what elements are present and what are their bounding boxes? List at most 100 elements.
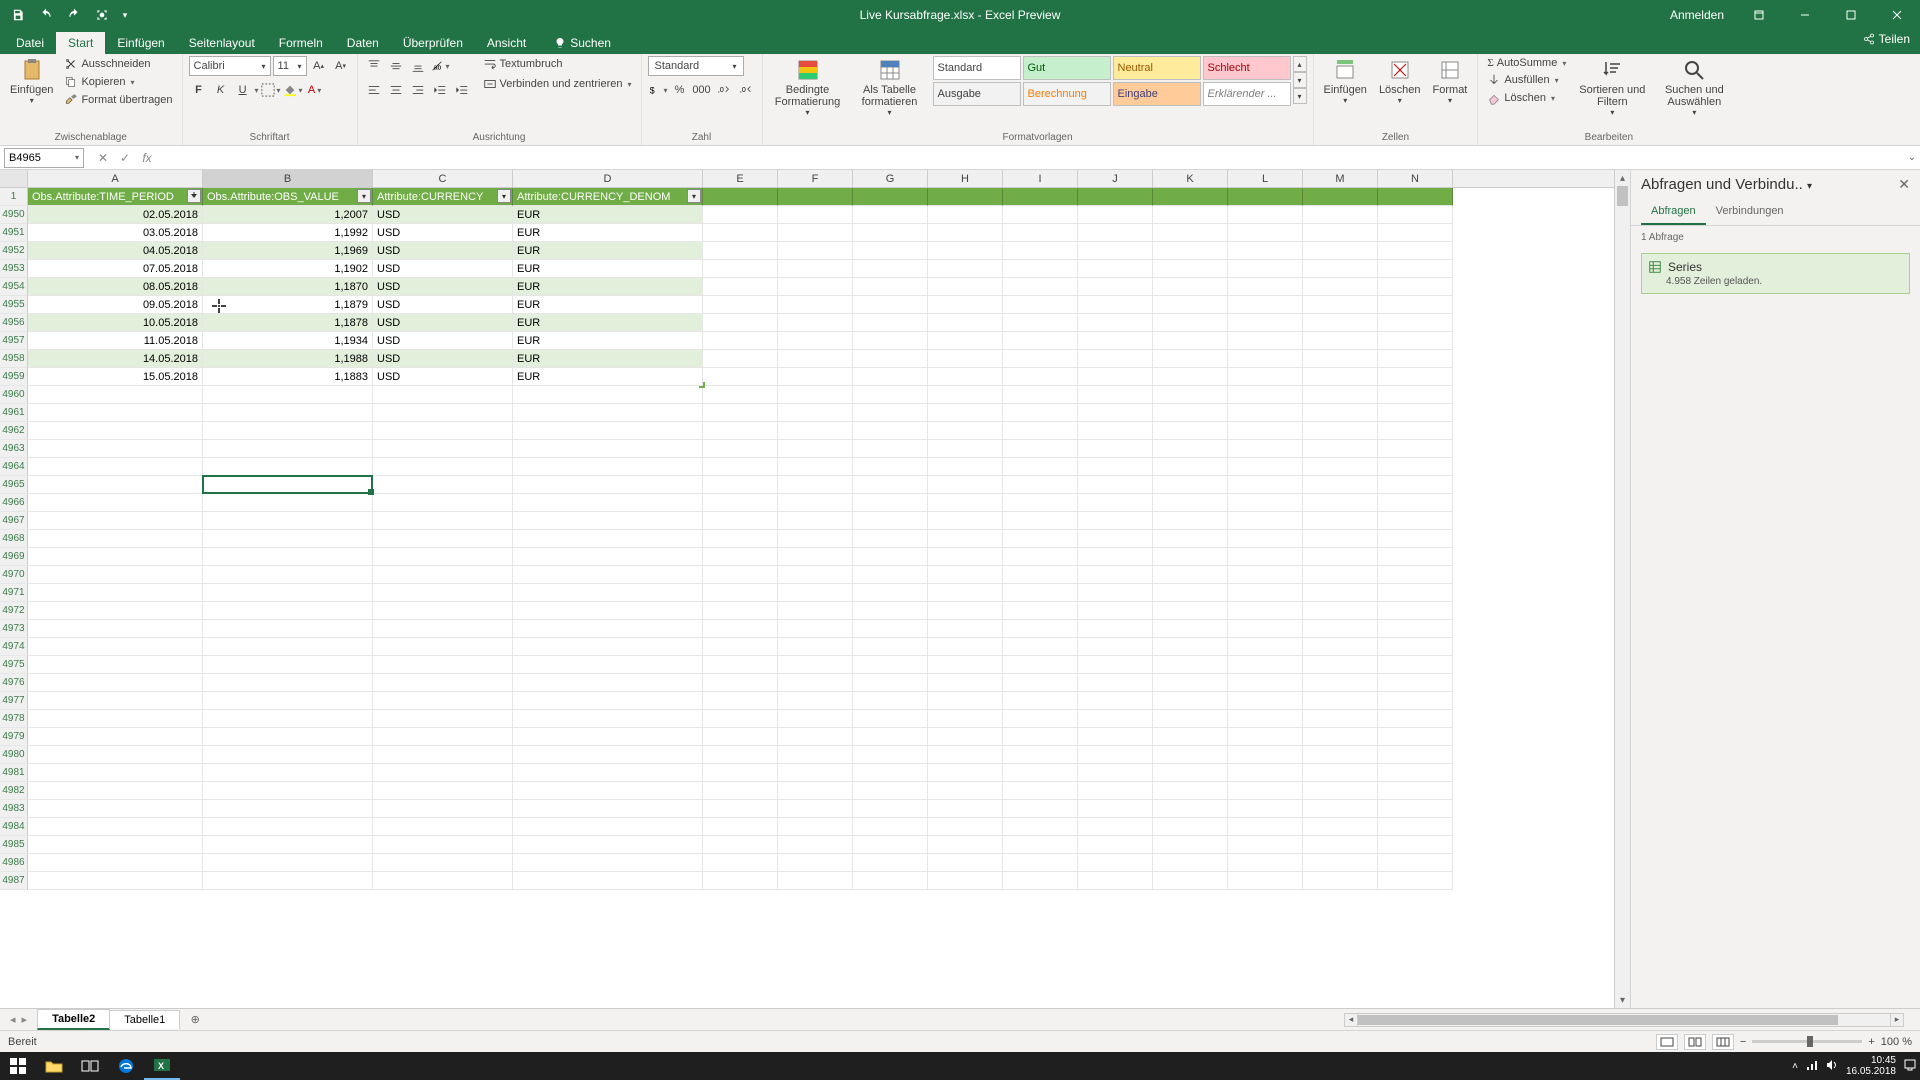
cell[interactable] <box>513 440 703 458</box>
cell[interactable] <box>1228 512 1303 530</box>
cell[interactable] <box>703 584 778 602</box>
cell[interactable] <box>1303 746 1378 764</box>
row-header[interactable]: 4979 <box>0 728 28 746</box>
cell[interactable] <box>1003 638 1078 656</box>
cell[interactable] <box>853 260 928 278</box>
cell[interactable] <box>928 296 1003 314</box>
zoom-level[interactable]: 100 % <box>1881 1036 1912 1048</box>
delete-cells-button[interactable]: Löschen▾ <box>1375 56 1425 107</box>
cell[interactable]: EUR <box>513 350 703 368</box>
font-name-combo[interactable]: Calibri▾ <box>189 56 271 76</box>
percent-format-button[interactable]: % <box>670 80 690 100</box>
cell[interactable]: EUR <box>513 314 703 332</box>
cell[interactable] <box>1003 458 1078 476</box>
cell[interactable] <box>373 458 513 476</box>
tab-datei[interactable]: Datei <box>4 32 56 54</box>
row-header[interactable]: 4980 <box>0 746 28 764</box>
cell[interactable] <box>1378 368 1453 386</box>
cell[interactable] <box>928 386 1003 404</box>
cell[interactable] <box>1003 566 1078 584</box>
cell[interactable] <box>853 422 928 440</box>
cell[interactable] <box>1153 638 1228 656</box>
cell[interactable] <box>1153 512 1228 530</box>
cell[interactable] <box>1003 836 1078 854</box>
row-header[interactable]: 4966 <box>0 494 28 512</box>
row-header[interactable]: 1 <box>0 188 28 206</box>
cell[interactable] <box>778 296 853 314</box>
cell[interactable] <box>1153 440 1228 458</box>
column-header-H[interactable]: H <box>928 170 1003 187</box>
cell[interactable] <box>1003 602 1078 620</box>
sort-filter-button[interactable]: Sortieren und Filtern▾ <box>1573 56 1651 119</box>
tab-daten[interactable]: Daten <box>335 32 391 54</box>
cell[interactable] <box>203 566 373 584</box>
cell[interactable] <box>928 710 1003 728</box>
cell[interactable] <box>1378 818 1453 836</box>
hscroll-right[interactable]: ▸ <box>1890 1013 1904 1027</box>
cell[interactable] <box>1303 692 1378 710</box>
cell[interactable] <box>513 782 703 800</box>
cell[interactable] <box>203 584 373 602</box>
cell[interactable] <box>203 548 373 566</box>
cell[interactable] <box>1303 674 1378 692</box>
cell[interactable] <box>1378 620 1453 638</box>
cell[interactable] <box>28 656 203 674</box>
tell-me-search[interactable]: Suchen <box>546 32 619 54</box>
table-header-cell[interactable] <box>1153 188 1228 206</box>
cell[interactable] <box>1078 278 1153 296</box>
cell[interactable] <box>1378 710 1453 728</box>
cell[interactable] <box>1378 854 1453 872</box>
cell[interactable] <box>1228 314 1303 332</box>
row-header[interactable]: 4978 <box>0 710 28 728</box>
cell[interactable] <box>778 764 853 782</box>
select-all-corner[interactable] <box>0 170 28 187</box>
cell[interactable] <box>703 656 778 674</box>
cell[interactable] <box>1003 404 1078 422</box>
row-header[interactable]: 4977 <box>0 692 28 710</box>
cell[interactable] <box>1228 422 1303 440</box>
cell[interactable] <box>1003 422 1078 440</box>
cell[interactable] <box>1228 206 1303 224</box>
column-header-B[interactable]: B <box>203 170 373 187</box>
cell[interactable] <box>703 422 778 440</box>
cell[interactable] <box>1153 656 1228 674</box>
decrease-indent-button[interactable] <box>430 80 450 100</box>
cell[interactable] <box>28 836 203 854</box>
sheet-nav-prev[interactable]: ◂ <box>10 1013 16 1026</box>
row-header[interactable]: 4985 <box>0 836 28 854</box>
cell[interactable] <box>703 404 778 422</box>
cell[interactable] <box>203 728 373 746</box>
cell[interactable] <box>1378 584 1453 602</box>
row-header[interactable]: 4958 <box>0 350 28 368</box>
cell[interactable] <box>1228 440 1303 458</box>
row-header[interactable]: 4968 <box>0 530 28 548</box>
cut-button[interactable]: Ausschneiden <box>61 56 175 72</box>
filter-button[interactable] <box>187 189 201 203</box>
cell[interactable] <box>928 422 1003 440</box>
cell[interactable] <box>1078 350 1153 368</box>
cell[interactable] <box>1378 440 1453 458</box>
cell[interactable] <box>853 386 928 404</box>
cell[interactable] <box>1153 836 1228 854</box>
cell[interactable] <box>1153 872 1228 890</box>
cell[interactable] <box>1153 800 1228 818</box>
clear-button[interactable]: Löschen <box>1484 90 1569 106</box>
cell[interactable] <box>703 710 778 728</box>
cell[interactable] <box>373 422 513 440</box>
cell[interactable] <box>778 566 853 584</box>
cell[interactable] <box>1078 206 1153 224</box>
cell[interactable] <box>1003 476 1078 494</box>
cell[interactable] <box>928 818 1003 836</box>
cell[interactable] <box>203 692 373 710</box>
cell[interactable] <box>1153 386 1228 404</box>
cell[interactable] <box>1303 224 1378 242</box>
row-header[interactable]: 4970 <box>0 566 28 584</box>
cell[interactable] <box>853 440 928 458</box>
format-cells-button[interactable]: Format▾ <box>1429 56 1472 107</box>
font-color-button[interactable]: A <box>305 80 325 100</box>
column-header-E[interactable]: E <box>703 170 778 187</box>
cell[interactable]: 02.05.2018 <box>28 206 203 224</box>
cell[interactable] <box>703 530 778 548</box>
underline-button[interactable]: U <box>233 80 253 100</box>
cell[interactable] <box>1378 386 1453 404</box>
